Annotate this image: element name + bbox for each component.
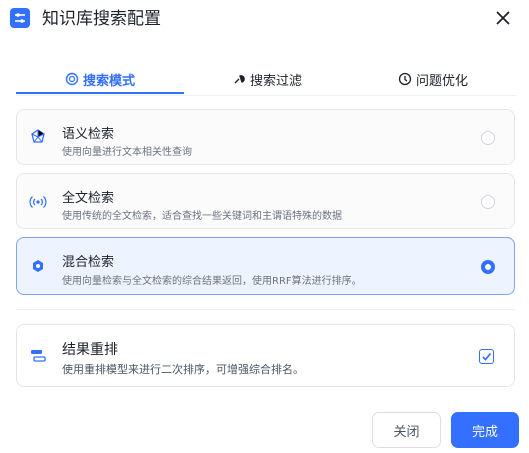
tab-label: 搜索过滤	[249, 73, 302, 89]
mode-radio[interactable]	[481, 195, 495, 209]
tab-divider	[16, 95, 516, 96]
mode-description: 使用向量进行文本相关性查询	[62, 147, 192, 158]
rerank-option[interactable]: 结果重排 使用重排模型来进行二次排序，可增强综合排名。	[16, 324, 515, 387]
mode-radio[interactable]	[481, 260, 495, 274]
rerank-icon	[29, 347, 47, 365]
search-mode-icon	[65, 72, 79, 86]
tab-bar: 搜索模式 搜索过滤 问题优化	[16, 64, 516, 96]
section-divider	[16, 309, 515, 310]
tab-search-filter[interactable]: 搜索过滤	[184, 64, 350, 94]
close-button[interactable]: 关闭	[372, 412, 441, 448]
mode-option-semantic[interactable]: 语义检索 使用向量进行文本相关性查询	[16, 109, 515, 165]
dialog-header: 知识库搜索配置	[0, 0, 529, 40]
mode-radio[interactable]	[481, 131, 495, 145]
filter-icon	[232, 72, 246, 86]
mode-option-hybrid[interactable]: 混合检索 使用向量检索与全文检索的综合结果返回，使用RRF算法进行排序。	[16, 237, 515, 295]
close-icon[interactable]	[491, 6, 515, 30]
tab-search-mode[interactable]: 搜索模式	[16, 64, 184, 94]
active-tab-indicator	[16, 92, 184, 94]
mode-title: 全文检索	[62, 191, 115, 206]
dialog-title: 知识库搜索配置	[42, 9, 161, 29]
mode-title: 语义检索	[62, 127, 115, 142]
rerank-title: 结果重排	[62, 342, 118, 358]
mode-option-fulltext[interactable]: 全文检索 使用传统的全文检索，适合查找一些关键词和主谓语特殊的数据	[16, 173, 515, 229]
tab-label: 搜索模式	[82, 73, 135, 89]
rerank-checkbox[interactable]	[479, 349, 494, 364]
mode-description: 使用向量检索与全文检索的综合结果返回，使用RRF算法进行排序。	[62, 276, 362, 287]
done-button[interactable]: 完成	[451, 412, 519, 448]
hybrid-icon	[29, 258, 47, 276]
semantic-icon	[29, 128, 47, 146]
fulltext-icon	[29, 193, 47, 211]
tab-question-optimize[interactable]: 问题优化	[350, 64, 516, 94]
mode-description: 使用传统的全文检索，适合查找一些关键词和主谓语特殊的数据	[62, 211, 342, 222]
tab-label: 问题优化	[415, 73, 468, 89]
mode-title: 混合检索	[62, 255, 115, 270]
settings-sliders-icon	[10, 8, 30, 28]
optimize-icon	[398, 72, 412, 86]
rerank-description: 使用重排模型来进行二次排序，可增强综合排名。	[62, 363, 304, 376]
